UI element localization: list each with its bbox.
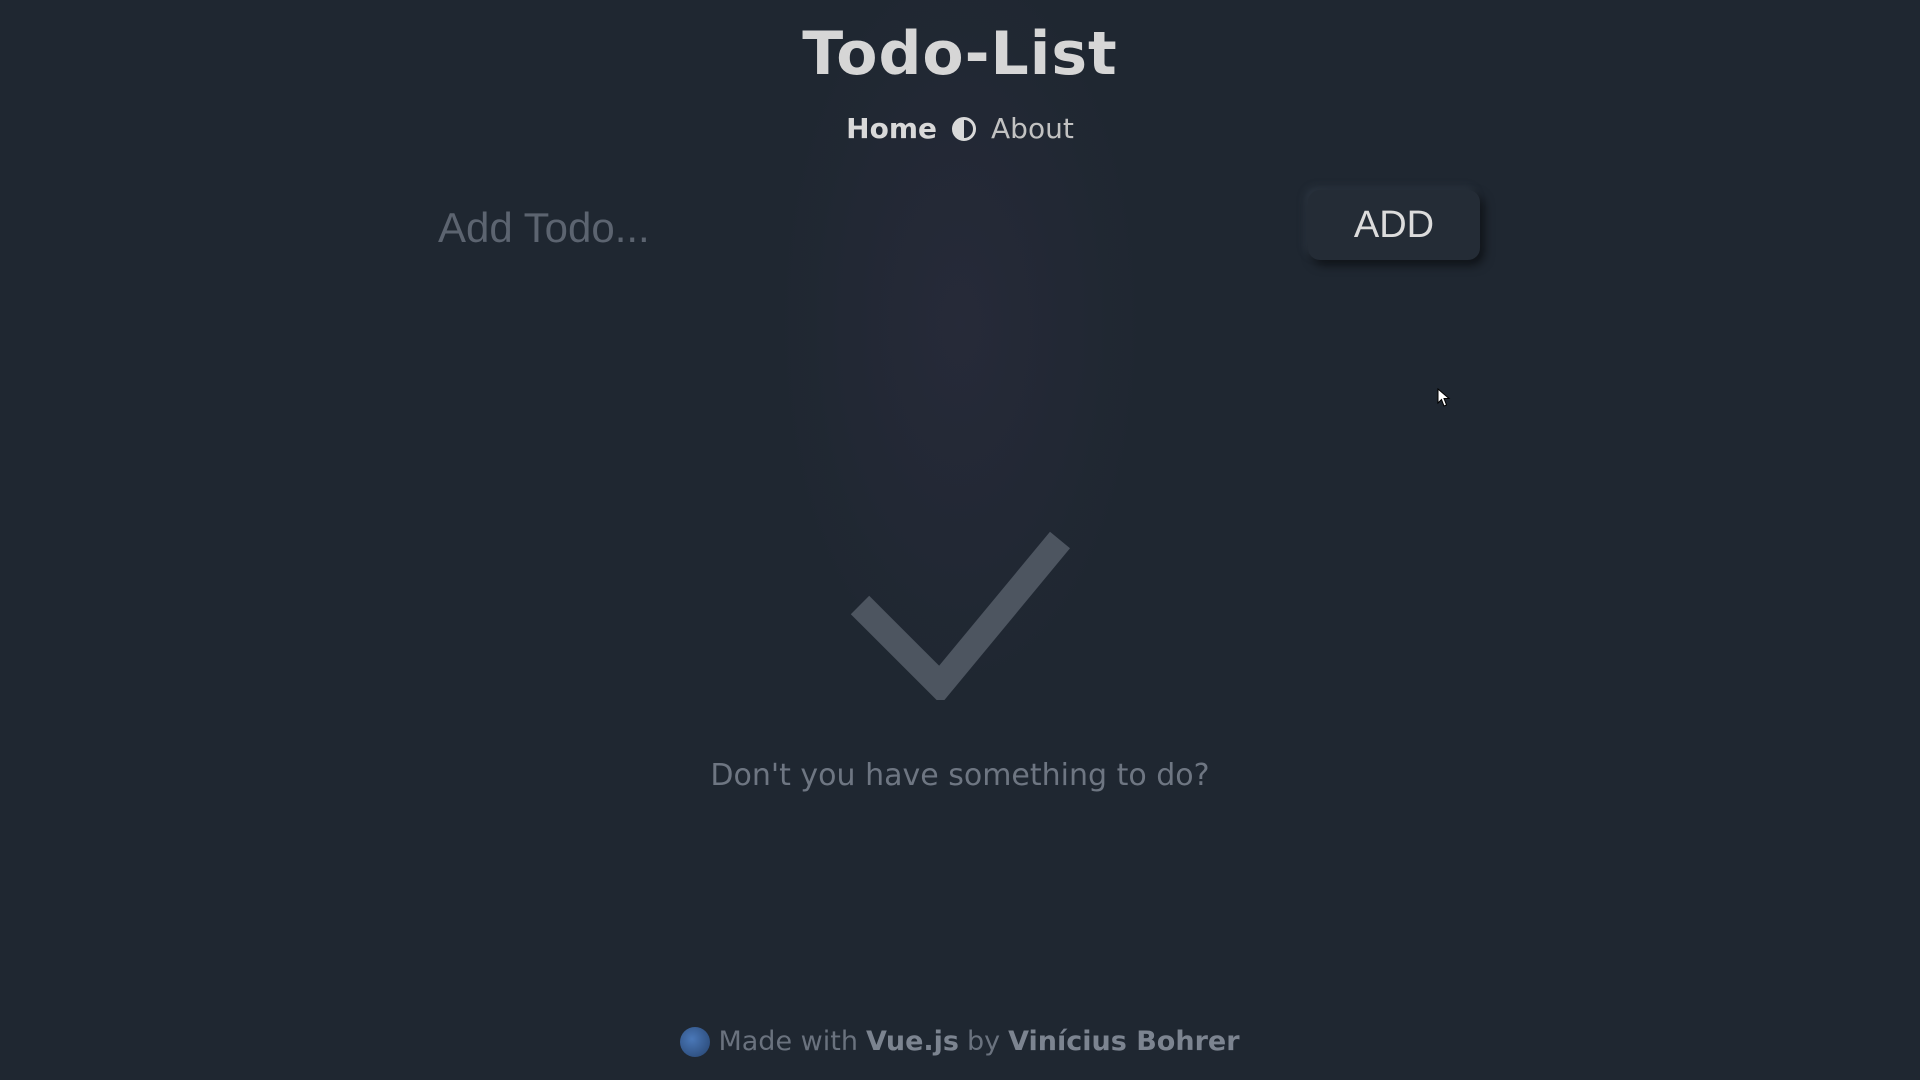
nav-link-home[interactable]: Home bbox=[846, 112, 937, 146]
footer-made-with-text: Made with bbox=[718, 1026, 858, 1057]
nav-link-about[interactable]: About bbox=[991, 112, 1074, 146]
mouse-cursor-icon bbox=[1437, 388, 1451, 407]
footer-author-link[interactable]: Vinícius Bohrer bbox=[1008, 1026, 1239, 1057]
add-todo-button[interactable]: ADD bbox=[1308, 190, 1480, 260]
add-todo-input[interactable] bbox=[430, 184, 1260, 272]
add-todo-form: ADD bbox=[430, 184, 1490, 272]
app-footer: Made with Vue.js by Vinícius Bohrer bbox=[0, 1026, 1920, 1057]
empty-state: Don't you have something to do? bbox=[0, 530, 1920, 793]
app-title: Todo-List bbox=[802, 19, 1118, 89]
checkmark-icon bbox=[850, 531, 1070, 700]
footer-by-text: by bbox=[967, 1026, 1001, 1057]
theme-toggle-icon[interactable] bbox=[951, 116, 977, 142]
globe-icon bbox=[680, 1026, 711, 1057]
app-header: Todo-List Home About bbox=[0, 14, 1920, 146]
empty-state-message: Don't you have something to do? bbox=[710, 758, 1210, 793]
footer-vuejs-link[interactable]: Vue.js bbox=[866, 1026, 959, 1057]
main-nav: Home About bbox=[0, 112, 1920, 146]
